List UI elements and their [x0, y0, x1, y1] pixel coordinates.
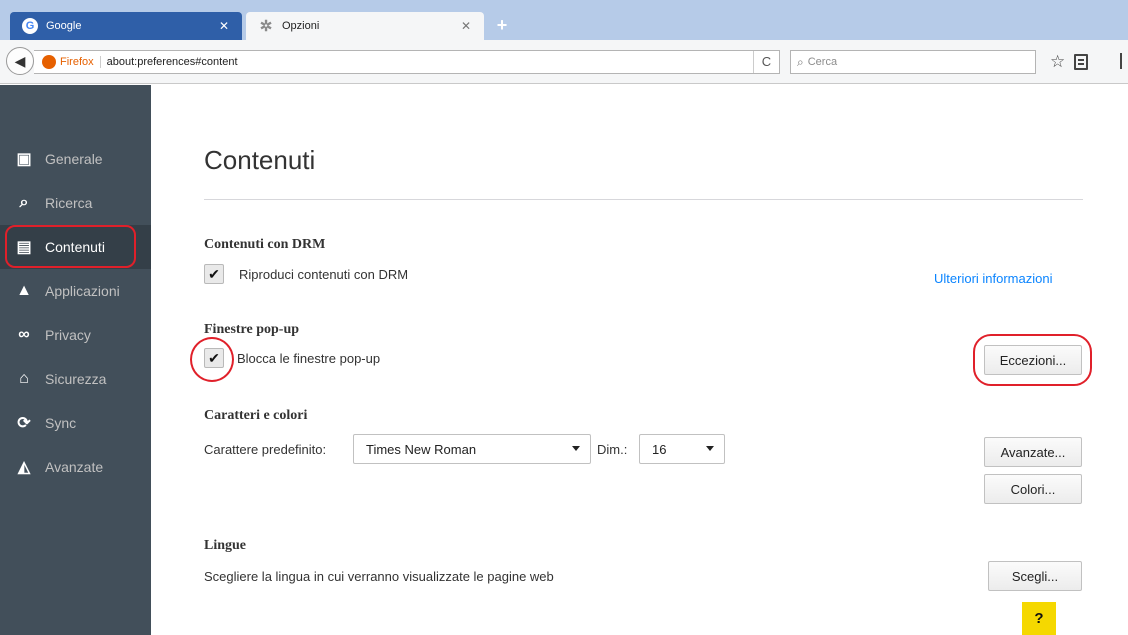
section-heading-fonts: Caratteri e colori — [204, 408, 308, 423]
reading-list-icon[interactable] — [1074, 54, 1088, 70]
sidebar-item-generale[interactable]: ▣ Generale — [0, 137, 151, 181]
font-size-label: Dim.: — [597, 442, 628, 457]
sidebar-item-applicazioni[interactable]: ▲ Applicazioni — [0, 269, 151, 313]
advanced-icon: ◭ — [17, 459, 31, 476]
drm-checkbox[interactable]: ✔ — [204, 264, 224, 284]
privacy-mask-icon: ∞ — [18, 326, 30, 343]
default-font-select[interactable]: Times New Roman — [353, 434, 591, 464]
preferences-sidebar: ▣ Generale ⌕ Ricerca ▤ Contenuti ▲ Appli… — [0, 85, 151, 635]
sidebar-item-label: Avanzate — [45, 459, 104, 475]
chevron-down-icon — [706, 446, 714, 451]
default-font-label: Carattere predefinito: — [204, 442, 327, 457]
annotation-circle-checkbox — [190, 337, 234, 382]
sidebar-item-privacy[interactable]: ∞ Privacy — [0, 313, 151, 357]
bookmark-star-icon[interactable]: ☆ — [1050, 52, 1065, 72]
block-popups-label[interactable]: Blocca le finestre pop-up — [237, 351, 380, 366]
identity-label[interactable]: Firefox — [60, 56, 101, 68]
colors-button[interactable]: Colori... — [984, 474, 1082, 504]
navigation-toolbar: ◀ Firefox about:preferences#content C ⌕ … — [0, 40, 1128, 84]
new-tab-button[interactable]: + — [490, 14, 514, 38]
toolbar-overflow-icon[interactable] — [1120, 53, 1126, 69]
section-heading-languages: Lingue — [204, 538, 247, 553]
sidebar-item-label: Sync — [45, 415, 77, 431]
security-icon: ⌂ — [19, 370, 29, 387]
general-icon: ▣ — [16, 151, 32, 168]
preferences-content: Contenuti Contenuti con DRM ✔ Riproduci … — [151, 85, 1128, 635]
choose-language-button[interactable]: Scegli... — [988, 561, 1082, 591]
applications-icon: ▲ — [16, 282, 32, 299]
help-button[interactable]: ? — [1022, 602, 1056, 635]
back-arrow-icon: ◀ — [14, 52, 26, 69]
search-placeholder: Cerca — [807, 56, 838, 68]
font-size-select[interactable]: 16 — [639, 434, 725, 464]
sidebar-item-label: Generale — [45, 151, 103, 167]
default-font-value: Times New Roman — [366, 441, 477, 457]
title-divider — [204, 199, 1083, 200]
learn-more-link[interactable]: Ulteriori informazioni — [934, 271, 1052, 286]
sidebar-item-label: Ricerca — [45, 195, 93, 211]
drm-checkbox-label[interactable]: Riproduci contenuti con DRM — [239, 267, 408, 282]
gear-icon: ✲ — [259, 18, 273, 35]
checkmark-icon: ✔ — [208, 265, 220, 282]
tab-label: Opzioni — [282, 20, 320, 32]
sync-icon: ⟳ — [17, 415, 31, 432]
url-bar[interactable]: Firefox about:preferences#content C — [34, 50, 780, 74]
sidebar-item-sync[interactable]: ⟳ Sync — [0, 401, 151, 445]
sidebar-item-sicurezza[interactable]: ⌂ Sicurezza — [0, 357, 151, 401]
close-tab-icon[interactable]: ✕ — [458, 19, 474, 33]
tab-google[interactable]: G Google ✕ — [10, 12, 242, 40]
page-title: Contenuti — [204, 145, 316, 175]
google-logo-icon: G — [22, 18, 38, 34]
sidebar-item-label: Sicurezza — [45, 371, 107, 387]
sidebar-item-avanzate[interactable]: ◭ Avanzate — [0, 445, 151, 489]
url-text[interactable]: about:preferences#content — [107, 56, 753, 68]
section-heading-drm: Contenuti con DRM — [204, 237, 326, 252]
search-input[interactable]: ⌕ Cerca — [790, 50, 1036, 74]
search-icon: ⌕ — [19, 194, 29, 211]
languages-description: Scegliere la lingua in cui verranno visu… — [204, 569, 554, 584]
sidebar-item-ricerca[interactable]: ⌕ Ricerca — [0, 181, 151, 225]
annotation-circle-contenuti — [5, 225, 136, 268]
font-size-value: 16 — [652, 441, 667, 457]
chevron-down-icon — [572, 446, 580, 451]
sidebar-item-label: Privacy — [45, 327, 91, 343]
sidebar-item-label: Applicazioni — [45, 283, 120, 299]
tab-label: Google — [46, 20, 82, 32]
close-tab-icon[interactable]: ✕ — [216, 19, 232, 33]
reload-icon[interactable]: C — [753, 51, 779, 73]
back-button[interactable]: ◀ — [6, 47, 34, 75]
search-icon: ⌕ — [797, 54, 804, 69]
tab-opzioni[interactable]: ✲ Opzioni ✕ — [246, 12, 484, 40]
tab-strip: G Google ✕ ✲ Opzioni ✕ + — [0, 0, 1128, 40]
annotation-circle-exceptions — [973, 334, 1092, 386]
firefox-logo-icon — [42, 55, 56, 69]
section-heading-popups: Finestre pop-up — [204, 322, 300, 337]
fonts-advanced-button[interactable]: Avanzate... — [984, 437, 1082, 467]
